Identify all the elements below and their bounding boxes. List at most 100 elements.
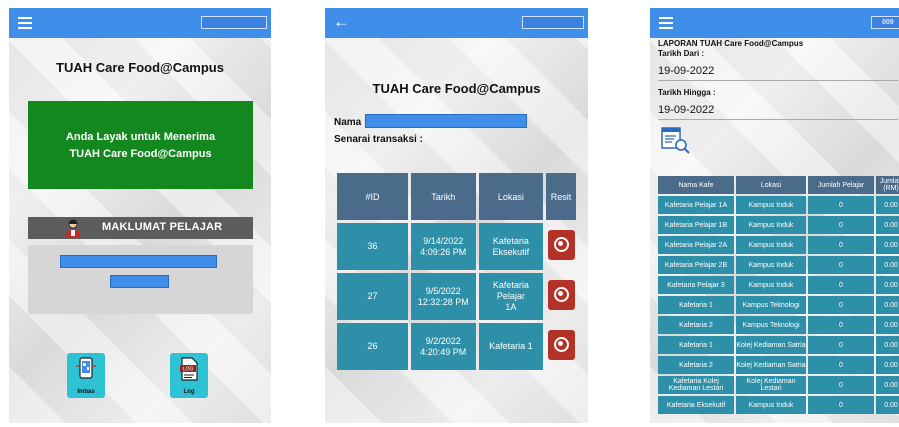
table-row: 27 9/5/2022 12:32:28 PM Kafetaria Pelajar… (337, 273, 576, 320)
table-header-row: Nama Kafe Lokasi Jumlah Pelajar Jumlah (… (658, 176, 899, 194)
cell-lokasi: Kampus Teknologi (736, 296, 806, 314)
cell-kafe: Kafetaria 2 (658, 316, 734, 334)
cell-location-line1: Kafetaria Pelajar (492, 280, 529, 301)
cell-pelajar: 0 (808, 336, 874, 354)
app-bar: ← (325, 8, 588, 38)
date-from-label: Tarikh Dari : (658, 49, 705, 58)
cell-location: Kafetaria 1 (478, 323, 544, 370)
menu-icon[interactable] (18, 17, 32, 29)
cell-kafe: Kafetaria Pelajar 3 (658, 276, 734, 294)
cell-location: Kafetaria Pelajar 1A (478, 273, 544, 320)
cell-lokasi: Kolej Kediaman Satria (736, 336, 806, 354)
table-row: Kafetaria Pelajar 1A Kampus Induk 0 0.00 (658, 196, 899, 214)
table-row: Kafetaria Pelajar 1B Kampus Induk 0 0.00 (658, 216, 899, 234)
cell-pelajar: 0 (808, 196, 874, 214)
log-document-icon: LOG (180, 357, 198, 381)
cell-lokasi: Kampus Induk (736, 216, 806, 234)
transaction-list-label: Senarai transaksi : (334, 134, 423, 145)
cell-kafe: Kafetaria Pelajar 2A (658, 236, 734, 254)
cell-jumlah-rm: 0.00 (876, 336, 899, 354)
student-info-label: MAKLUMAT PELAJAR (102, 221, 223, 233)
col-id-header: #ID (337, 173, 408, 220)
table-row: 36 9/14/2022 4:09:26 PM Kafetaria Eksekuti… (337, 223, 576, 270)
cell-jumlah-rm: 0.00 (876, 256, 899, 274)
cell-jumlah-rm: 0.00 (876, 296, 899, 314)
col-lokasi-header: Lokasi (736, 176, 806, 194)
search-report-icon[interactable] (660, 126, 690, 154)
cell-jumlah-rm: 0.00 (876, 196, 899, 214)
cell-pelajar: 0 (808, 316, 874, 334)
scan-button-label: Imbas (77, 389, 95, 395)
table-header-row: #ID Tarikh Lokasi Resit (337, 173, 576, 220)
cell-date-time: 12:32:28 PM (417, 296, 469, 307)
table-row: Kafetaria 2 Kampus Teknologi 0 0.00 (658, 316, 899, 334)
cell-date: 9/14/2022 4:09:26 PM (410, 223, 476, 270)
table-row: Kafetaria 1 Kolej Kediaman Satria 0 0.00 (658, 336, 899, 354)
col-pelajar-header: Jumlah Pelajar (808, 176, 874, 194)
receipt-icon[interactable] (547, 280, 575, 310)
header-id-partial: 009 (871, 16, 899, 29)
cell-pelajar: 0 (808, 276, 874, 294)
cell-kafe: Kafetaria 1 (658, 296, 734, 314)
cell-pelajar: 0 (808, 256, 874, 274)
cell-location: Kafetaria Eksekutif (478, 223, 544, 270)
cell-jumlah-rm: 0.00 (876, 276, 899, 294)
cell-kafe: Kafetaria 2 (658, 356, 734, 374)
cell-lokasi: Kampus Induk (736, 276, 806, 294)
screen-transaction-list: ← TUAH Care Food@Campus Nama : Senarai t… (325, 8, 588, 423)
cell-lokasi: Kolej Kediaman Lestari (736, 376, 806, 394)
cell-jumlah-rm: 0.00 (876, 316, 899, 334)
log-button[interactable]: LOG Log (170, 353, 208, 398)
table-row: Kafetaria 2 Kolej Kediaman Satria 0 0.00 (658, 356, 899, 374)
cell-location-line1: Kafetaria 1 (489, 341, 533, 351)
cell-pelajar: 0 (808, 236, 874, 254)
table-row: Kafetaria Pelajar 3 Kampus Induk 0 0.00 (658, 276, 899, 294)
menu-icon[interactable] (659, 17, 673, 29)
report-table: Nama Kafe Lokasi Jumlah Pelajar Jumlah (… (656, 174, 899, 416)
date-from-field[interactable]: 19-09-2022 (658, 65, 898, 81)
cell-jumlah-rm: 0.00 (876, 216, 899, 234)
svg-text:LOG: LOG (183, 367, 194, 373)
date-to-field[interactable]: 19-09-2022 (658, 104, 898, 120)
redacted-student-id (110, 275, 169, 288)
col-kafe-header: Nama Kafe (658, 176, 734, 194)
nama-label: Nama : (334, 117, 368, 128)
cell-date-time: 4:09:26 PM (420, 246, 467, 257)
screen-student-home: TUAH Care Food@Campus Anda Layak untuk M… (9, 8, 271, 423)
receipt-icon[interactable] (547, 330, 575, 360)
receipt-icon[interactable] (547, 230, 575, 260)
back-arrow-icon[interactable]: ← (333, 13, 350, 31)
cell-jumlah-rm: 0.00 (876, 236, 899, 254)
date-to-label: Tarikh Hingga : (658, 88, 716, 97)
student-info-header: MAKLUMAT PELAJAR (28, 217, 253, 239)
cell-id: 26 (337, 323, 408, 370)
eligibility-line-2: TUAH Care Food@Campus (69, 148, 212, 160)
cell-kafe: Kafetaria 1 (658, 336, 734, 354)
cell-lokasi: Kampus Induk (736, 256, 806, 274)
cell-date: 9/5/2022 12:32:28 PM (410, 273, 476, 320)
table-row: Kafetaria 1 Kampus Teknologi 0 0.00 (658, 296, 899, 314)
app-bar (9, 8, 271, 38)
cell-receipt (546, 223, 576, 270)
cell-location-line1: Kafetaria (492, 235, 529, 246)
cell-pelajar: 0 (808, 296, 874, 314)
cell-date: 9/2/2022 4:20:49 PM (410, 323, 476, 370)
cell-lokasi: Kampus Induk (736, 196, 806, 214)
cell-kafe: Kafetaria Pelajar 2B (658, 256, 734, 274)
redacted-header-field (201, 16, 267, 29)
col-jumlah-rm-header: Jumlah (RM) (876, 176, 899, 194)
cell-location-line2: 1A (505, 302, 517, 312)
cell-jumlah-rm: 0.00 (876, 356, 899, 374)
eligibility-banner: Anda Layak untuk Menerima TUAH Care Food… (28, 101, 253, 189)
cell-kafe: Kafetaria Pelajar 1A (658, 196, 734, 214)
col-location-header: Lokasi (478, 173, 544, 220)
cell-date-time: 4:20:49 PM (420, 346, 467, 357)
cell-location-line2: Eksekutif (492, 246, 530, 257)
cell-receipt (546, 323, 576, 370)
cell-pelajar: 0 (808, 356, 874, 374)
student-info-panel (28, 245, 253, 314)
scan-button[interactable]: Imbas (67, 353, 105, 398)
log-button-label: Log (183, 389, 195, 395)
eligibility-line-1: Anda Layak untuk Menerima (65, 131, 216, 143)
cell-jumlah-rm: 0.00 (876, 396, 899, 414)
